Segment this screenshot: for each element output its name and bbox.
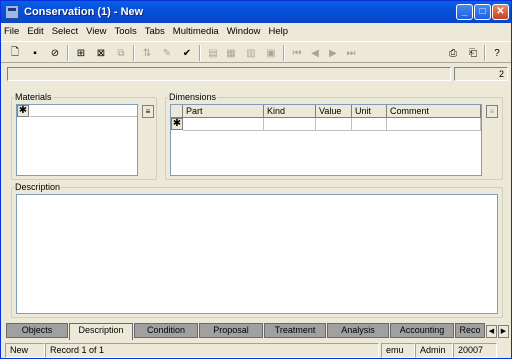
materials-list[interactable]: ✱ bbox=[16, 104, 138, 176]
menu-bar: File Edit Select View Tools Tabs Multime… bbox=[1, 23, 511, 39]
description-label: Description bbox=[14, 182, 62, 192]
tab-treatment[interactable]: Treatment bbox=[264, 323, 326, 338]
materials-label: Materials bbox=[14, 92, 53, 102]
description-textarea[interactable] bbox=[16, 194, 498, 314]
status-bar: New Record 1 of 1 emu Admin 20007 bbox=[1, 342, 511, 359]
new-record-icon[interactable]: 🗋 bbox=[7, 45, 23, 61]
menu-view[interactable]: View bbox=[86, 26, 106, 37]
title-bar[interactable]: Conservation (1) - New _ □ ✕ bbox=[1, 1, 511, 23]
spellcheck-icon[interactable]: ✎ bbox=[159, 45, 175, 61]
window-title: Conservation (1) - New bbox=[24, 6, 144, 18]
status-user-code: emu bbox=[381, 343, 415, 358]
minimize-button[interactable]: _ bbox=[456, 4, 473, 20]
materials-options-icon[interactable]: ≡ bbox=[142, 105, 154, 118]
status-mode: New bbox=[5, 343, 45, 358]
menu-window[interactable]: Window bbox=[227, 26, 261, 37]
cell-comment[interactable] bbox=[387, 118, 481, 131]
app-icon bbox=[5, 5, 19, 19]
copy-icon[interactable]: ⧉ bbox=[113, 45, 129, 61]
tab-bar: Objects Description Condition Proposal T… bbox=[1, 323, 511, 340]
first-record-icon[interactable]: ⏮ bbox=[289, 45, 305, 61]
tab-condition[interactable]: Condition bbox=[134, 323, 198, 338]
format-icon[interactable]: ✔ bbox=[179, 45, 195, 61]
attach-icon[interactable]: ▥ bbox=[243, 45, 259, 61]
record-count-field: 2 bbox=[454, 67, 508, 81]
materials-input-row[interactable] bbox=[30, 105, 137, 117]
column-header-comment[interactable]: Comment bbox=[387, 105, 481, 118]
dimensions-label: Dimensions bbox=[168, 92, 218, 102]
tab-reco[interactable]: Reco bbox=[455, 323, 485, 338]
status-number: 20007 bbox=[453, 343, 497, 358]
new-row-marker: ✱ bbox=[171, 118, 183, 130]
toolbar-separator bbox=[199, 45, 201, 61]
delete-icon[interactable]: ⊠ bbox=[93, 45, 109, 61]
status-role: Admin bbox=[415, 343, 453, 358]
menu-help[interactable]: Help bbox=[269, 26, 289, 37]
toolbar-separator bbox=[133, 45, 135, 61]
save-icon[interactable]: ▪ bbox=[27, 45, 43, 61]
menu-file[interactable]: File bbox=[4, 26, 19, 37]
add-icon[interactable]: ⊞ bbox=[73, 45, 89, 61]
prev-record-icon[interactable]: ◀ bbox=[307, 45, 323, 61]
cell-kind[interactable] bbox=[264, 118, 316, 131]
tab-accounting[interactable]: Accounting bbox=[390, 323, 454, 338]
menu-tabs[interactable]: Tabs bbox=[145, 26, 165, 37]
menu-multimedia[interactable]: Multimedia bbox=[173, 26, 219, 37]
help-icon[interactable]: ? bbox=[489, 45, 505, 61]
tab-scroll-left-icon[interactable]: ◀ bbox=[486, 325, 497, 338]
toolbar-separator bbox=[283, 45, 285, 61]
column-header-kind[interactable]: Kind bbox=[264, 105, 316, 118]
grid-icon[interactable]: ▦ bbox=[223, 45, 239, 61]
cell-unit[interactable] bbox=[352, 118, 387, 131]
next-record-icon[interactable]: ▶ bbox=[325, 45, 341, 61]
dimensions-options-icon[interactable]: ≡ bbox=[486, 105, 498, 118]
sort-icon[interactable]: ⇅ bbox=[139, 45, 155, 61]
last-record-icon[interactable]: ⏭ bbox=[343, 45, 359, 61]
menu-edit[interactable]: Edit bbox=[27, 26, 43, 37]
attach-icon-2[interactable]: ▣ bbox=[263, 45, 279, 61]
status-record: Record 1 of 1 bbox=[45, 343, 379, 358]
export-icon[interactable]: ⎗ bbox=[465, 45, 481, 61]
toolbar-separator bbox=[484, 45, 486, 61]
new-row-marker: ✱ bbox=[17, 105, 29, 117]
cancel-icon[interactable]: ⊘ bbox=[47, 45, 63, 61]
tab-proposal[interactable]: Proposal bbox=[199, 323, 263, 338]
menu-select[interactable]: Select bbox=[52, 26, 78, 37]
column-header-value[interactable]: Value bbox=[316, 105, 352, 118]
cell-part[interactable] bbox=[183, 118, 264, 131]
info-field bbox=[7, 67, 451, 81]
tab-scroll-right-icon[interactable]: ▶ bbox=[498, 325, 509, 338]
import-icon[interactable]: ⎙ bbox=[445, 45, 461, 61]
tab-analysis[interactable]: Analysis bbox=[327, 323, 389, 338]
layout-icon[interactable]: ▤ bbox=[205, 45, 221, 61]
description-group: Description bbox=[11, 182, 503, 318]
dimensions-group: Dimensions Part Kind Value Unit Comment … bbox=[165, 92, 503, 180]
tab-description[interactable]: Description bbox=[69, 323, 133, 340]
grid-corner bbox=[171, 105, 183, 118]
tab-objects[interactable]: Objects bbox=[6, 323, 68, 338]
column-header-part[interactable]: Part bbox=[183, 105, 264, 118]
materials-group: Materials ✱ ≡ bbox=[11, 92, 157, 180]
toolbar-separator bbox=[67, 45, 69, 61]
app-window: Conservation (1) - New _ □ ✕ File Edit S… bbox=[0, 0, 512, 359]
cell-value[interactable] bbox=[316, 118, 352, 131]
maximize-button[interactable]: □ bbox=[474, 4, 491, 20]
close-button[interactable]: ✕ bbox=[492, 4, 509, 20]
menu-tools[interactable]: Tools bbox=[115, 26, 137, 37]
column-header-unit[interactable]: Unit bbox=[352, 105, 387, 118]
toolbar: 🗋 ▪ ⊘ ⊞ ⊠ ⧉ ⇅ ✎ ✔ ▤ ▦ ▥ ▣ ⏮ ◀ ▶ ⏭ ⎙ ⎗ ? bbox=[1, 41, 511, 63]
dimensions-grid[interactable]: Part Kind Value Unit Comment ✱ bbox=[170, 104, 482, 176]
